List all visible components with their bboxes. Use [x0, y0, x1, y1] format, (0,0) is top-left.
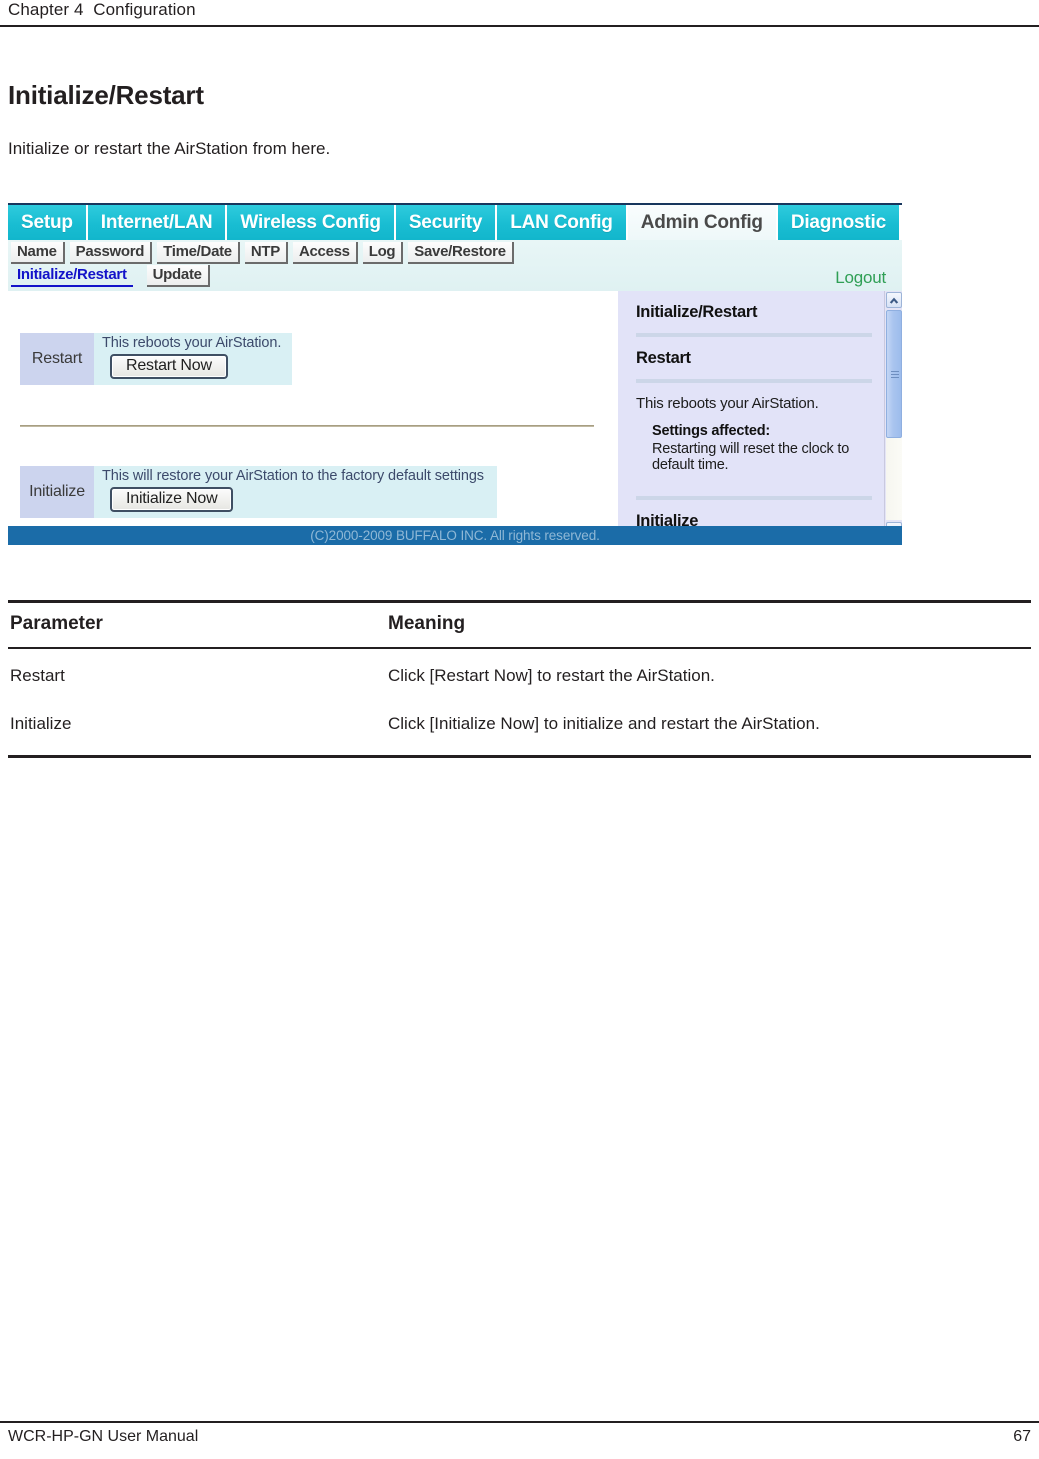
cell-meaning-restart: Click [Restart Now] to restart the AirSt…: [388, 666, 715, 685]
table-row: Initialize Click [Initialize Now] to ini…: [8, 702, 1031, 755]
restart-description: This reboots your AirStation.: [102, 335, 282, 351]
tab-wireless-config[interactable]: Wireless Config: [227, 205, 396, 240]
scrollbar-grip-icon: [891, 371, 899, 378]
restart-row-value: This reboots your AirStation. Restart No…: [94, 333, 292, 385]
help-title: Initialize/Restart: [636, 303, 758, 321]
header-rule: [0, 25, 1039, 27]
tab-internet-lan[interactable]: Internet/LAN: [87, 205, 228, 240]
page-title: Initialize/Restart: [8, 80, 204, 110]
help-panel: Initialize/Restart Restart This reboots …: [612, 291, 902, 539]
table-header-row: Parameter Meaning: [8, 603, 1031, 647]
sub-tab-row-1: Name Password Time/Date NTP Access Log S…: [11, 242, 902, 264]
help-panel-content: Initialize/Restart Restart This reboots …: [618, 291, 884, 539]
cell-meaning-initialize: Click [Initialize Now] to initialize and…: [388, 714, 820, 733]
help-divider-3: [636, 496, 872, 500]
help-divider-1: [636, 333, 872, 337]
tab-setup[interactable]: Setup: [8, 205, 88, 240]
initialize-row-value: This will restore your AirStation to the…: [94, 466, 497, 518]
table-row: Restart Click [Restart Now] to restart t…: [8, 649, 1031, 702]
help-paragraph: This reboots your AirStation.: [636, 395, 819, 412]
footer-rule: [0, 1421, 1039, 1423]
initialize-now-button[interactable]: Initialize Now: [110, 487, 234, 512]
scrollbar-thumb[interactable]: [886, 310, 902, 438]
restart-row-label: Restart: [20, 333, 94, 385]
running-header: Chapter 4 Configuration: [0, 0, 1039, 28]
help-settings-affected-body: Restarting will reset the clock to defau…: [652, 441, 850, 473]
help-heading-restart: Restart: [636, 349, 691, 367]
manual-name: WCR-HP-GN User Manual: [8, 1428, 199, 1445]
subtab-ntp[interactable]: NTP: [244, 242, 288, 264]
config-column: Restart This reboots your AirStation. Re…: [8, 291, 608, 539]
help-panel-scrollbar[interactable]: [884, 291, 902, 539]
parameter-table: Parameter Meaning Restart Click [Restart…: [8, 600, 1031, 758]
copyright-bar: (C)2000-2009 BUFFALO INC. All rights res…: [8, 526, 902, 545]
tab-diagnostic[interactable]: Diagnostic: [777, 205, 899, 240]
subtab-access[interactable]: Access: [292, 242, 358, 264]
sub-tab-row-2: Initialize/Restart Update Logout: [11, 265, 902, 288]
column-header-parameter: Parameter: [10, 613, 103, 634]
subtab-save-restore[interactable]: Save/Restore: [408, 242, 514, 264]
subtab-update[interactable]: Update: [146, 265, 210, 287]
help-settings-affected: Settings affected: Restarting will reset…: [652, 423, 872, 473]
router-ui-screenshot: Setup Internet/LAN Wireless Config Secur…: [8, 203, 902, 559]
chevron-up-icon[interactable]: [886, 292, 902, 308]
initialize-row: Initialize This will restore your AirSta…: [20, 466, 497, 518]
tab-lan-config[interactable]: LAN Config: [497, 205, 628, 240]
page-intro: Initialize or restart the AirStation fro…: [8, 139, 331, 158]
page-number: 67: [1013, 1428, 1031, 1445]
restart-now-button[interactable]: Restart Now: [110, 354, 228, 379]
sub-tab-bars: Name Password Time/Date NTP Access Log S…: [8, 240, 902, 291]
subtab-time-date[interactable]: Time/Date: [157, 242, 240, 264]
table-rule-bottom: [8, 755, 1031, 758]
subtab-log[interactable]: Log: [362, 242, 404, 264]
tab-admin-config[interactable]: Admin Config: [627, 205, 778, 240]
initialize-row-label: Initialize: [20, 466, 94, 518]
main-tab-bar: Setup Internet/LAN Wireless Config Secur…: [8, 205, 902, 240]
chapter-label: Chapter 4 Configuration: [8, 0, 196, 19]
logout-link[interactable]: Logout: [835, 268, 886, 288]
subtab-password[interactable]: Password: [69, 242, 153, 264]
help-divider-2: [636, 379, 872, 383]
subtab-initialize-restart[interactable]: Initialize/Restart: [11, 265, 133, 287]
scrollbar-track[interactable]: [886, 310, 902, 520]
help-settings-affected-heading: Settings affected:: [652, 423, 771, 439]
tab-security[interactable]: Security: [395, 205, 498, 240]
subtab-name[interactable]: Name: [11, 242, 65, 264]
router-ui-body: Restart This reboots your AirStation. Re…: [8, 291, 902, 539]
initialize-description: This will restore your AirStation to the…: [102, 468, 484, 484]
section-divider: [20, 425, 594, 427]
column-header-meaning: Meaning: [388, 613, 466, 634]
cell-parameter-initialize: Initialize: [10, 714, 72, 733]
restart-row: Restart This reboots your AirStation. Re…: [20, 333, 292, 385]
cell-parameter-restart: Restart: [10, 666, 65, 685]
